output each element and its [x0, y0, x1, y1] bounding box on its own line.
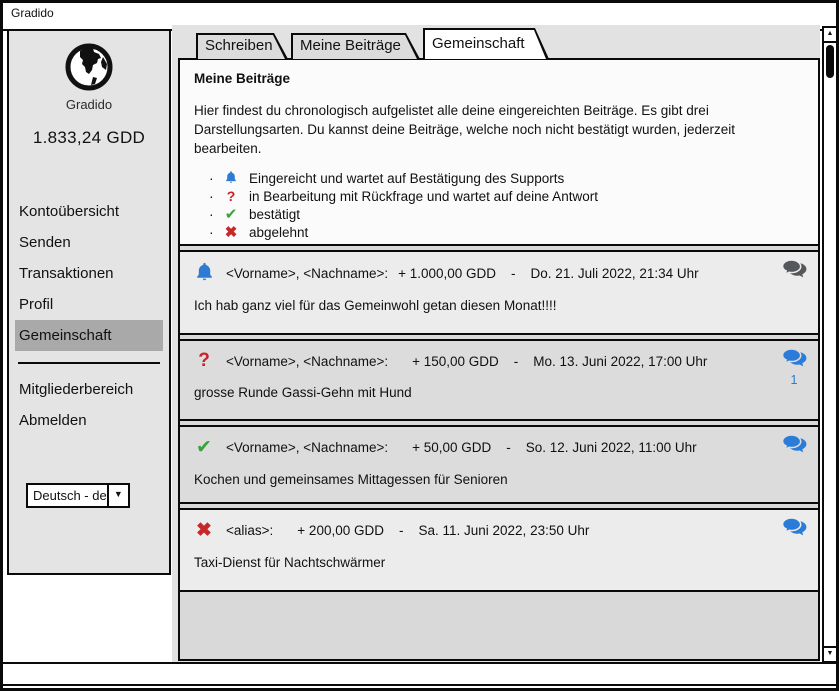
- entry-amount: + 150,00 GDD: [412, 354, 499, 369]
- chat-icon[interactable]: 1: [780, 348, 808, 387]
- balance-amount: 1.833,24 GDD: [9, 128, 169, 148]
- chevron-down-icon[interactable]: ▼: [107, 485, 128, 506]
- tab-label: Schreiben: [196, 33, 288, 54]
- language-select-value: Deutsch - de: [28, 485, 107, 506]
- entry-amount: + 50,00 GDD: [412, 440, 491, 455]
- entry-name: <Vorname>, <Nachname>:: [226, 266, 388, 281]
- comment-count: 1: [780, 373, 808, 387]
- check-icon: ✔: [222, 205, 240, 223]
- entry-header: <Vorname>, <Nachname>: + 1.000,00 GDD - …: [192, 261, 806, 285]
- bullet: ·: [209, 188, 213, 204]
- chat-icon[interactable]: [780, 517, 808, 542]
- entry-date: Mo. 13. Juni 2022, 17:00 Uhr: [533, 354, 707, 369]
- status-bar: [3, 662, 836, 686]
- legend-text: in Bearbeitung mit Rückfrage und wartet …: [249, 189, 598, 204]
- chat-icon[interactable]: [780, 434, 808, 459]
- sidebar-item-mitgliederbereich[interactable]: Mitgliederbereich: [15, 374, 163, 405]
- separator: -: [399, 523, 404, 538]
- legend-item-bestaetigt: · ✔ bestätigt: [194, 205, 804, 223]
- entry-body: Kochen und gemeinsames Mittagessen für S…: [194, 472, 806, 487]
- entry-body: grosse Runde Gassi-Gehn mit Hund: [194, 385, 806, 400]
- contribution-entry[interactable]: ✖ <alias>: + 200,00 GDD - Sa. 11. Juni 2…: [180, 508, 818, 592]
- legend-item-eingereicht: · Eingereicht und wartet auf Bestätigung…: [194, 169, 804, 187]
- tab-gemeinschaft[interactable]: Gemeinschaft: [423, 28, 549, 59]
- language-select[interactable]: Deutsch - de ▼: [26, 483, 130, 508]
- sidebar-menu: Kontoübersicht Senden Transaktionen Prof…: [9, 196, 169, 436]
- entry-name: <Vorname>, <Nachname>:: [226, 440, 388, 455]
- scrollbar[interactable]: ▲ ▼: [822, 26, 838, 663]
- legend-text: bestätigt: [249, 207, 300, 222]
- contribution-entry[interactable]: <Vorname>, <Nachname>: + 1.000,00 GDD - …: [180, 250, 818, 335]
- intro-description: Hier findest du chronologisch aufgeliste…: [194, 101, 798, 158]
- sidebar-item-gemeinschaft[interactable]: Gemeinschaft: [15, 320, 163, 351]
- window-title: Gradido: [11, 6, 54, 20]
- sidebar-item-transaktionen[interactable]: Transaktionen: [15, 258, 163, 289]
- entry-name: <alias>:: [226, 523, 273, 538]
- separator: -: [514, 354, 519, 369]
- contribution-entry[interactable]: ✔ <Vorname>, <Nachname>: + 50,00 GDD - S…: [180, 425, 818, 504]
- entry-amount: + 200,00 GDD: [297, 523, 384, 538]
- bell-icon: [222, 170, 240, 187]
- entry-name: <Vorname>, <Nachname>:: [226, 354, 388, 369]
- scrollbar-thumb[interactable]: [826, 45, 834, 78]
- sidebar-divider: [18, 362, 160, 364]
- legend-text: Eingereicht und wartet auf Bestätigung d…: [249, 171, 564, 186]
- entry-body: Taxi-Dienst für Nachtschwärmer: [194, 555, 806, 570]
- scroll-up-icon[interactable]: ▲: [824, 28, 836, 43]
- entry-body: Ich hab ganz viel für das Gemeinwohl get…: [194, 298, 806, 313]
- entry-date: Sa. 11. Juni 2022, 23:50 Uhr: [418, 523, 589, 538]
- bullet: ·: [209, 170, 213, 186]
- entry-date: Do. 21. Juli 2022, 21:34 Uhr: [531, 266, 699, 281]
- scroll-down-icon[interactable]: ▼: [824, 646, 836, 661]
- sidebar: Gradido 1.833,24 GDD Kontoübersicht Send…: [7, 29, 171, 575]
- tab-meine-beitraege[interactable]: Meine Beiträge: [291, 33, 420, 59]
- legend-text: abgelehnt: [249, 225, 308, 240]
- separator: -: [511, 266, 516, 281]
- entry-date: So. 12. Juni 2022, 11:00 Uhr: [526, 440, 697, 455]
- cross-icon: ✖: [192, 519, 216, 542]
- sidebar-item-profil[interactable]: Profil: [15, 289, 163, 320]
- bullet: ·: [209, 206, 213, 222]
- app-window: Gradido Gradido 1.833,24 GDD Kontoübersi…: [0, 0, 839, 691]
- entry-header: ✖ <alias>: + 200,00 GDD - Sa. 11. Juni 2…: [192, 519, 806, 542]
- sidebar-brand: Gradido 1.833,24 GDD: [9, 31, 169, 148]
- bell-icon: [192, 261, 216, 285]
- sidebar-item-kontouebersicht[interactable]: Kontoübersicht: [15, 196, 163, 227]
- check-icon: ✔: [192, 436, 216, 459]
- content-panel: Meine Beiträge Hier findest du chronolog…: [178, 58, 820, 661]
- tab-schreiben[interactable]: Schreiben: [196, 33, 288, 59]
- tab-label: Meine Beiträge: [291, 33, 420, 54]
- legend-item-abgelehnt: · ✖ abgelehnt: [194, 223, 804, 241]
- question-icon: ?: [222, 188, 240, 204]
- entry-header: ✔ <Vorname>, <Nachname>: + 50,00 GDD - S…: [192, 436, 806, 459]
- intro-box: Meine Beiträge Hier findest du chronolog…: [180, 60, 818, 246]
- separator: -: [506, 440, 511, 455]
- sidebar-item-abmelden[interactable]: Abmelden: [15, 405, 163, 436]
- tab-bar: Schreiben Meine Beiträge Gemeinschaft: [196, 28, 549, 59]
- cross-icon: ✖: [222, 223, 240, 241]
- globe-icon: [65, 43, 113, 91]
- entry-header: ? <Vorname>, <Nachname>: + 150,00 GDD - …: [192, 350, 806, 372]
- page-title: Meine Beiträge: [194, 71, 804, 86]
- legend-item-rueckfrage: · ? in Bearbeitung mit Rückfrage und war…: [194, 187, 804, 205]
- entry-amount: + 1.000,00 GDD: [398, 266, 496, 281]
- bullet: ·: [209, 224, 213, 240]
- brand-label: Gradido: [9, 97, 169, 112]
- contribution-entry[interactable]: ? <Vorname>, <Nachname>: + 150,00 GDD - …: [180, 339, 818, 421]
- chat-icon[interactable]: [780, 259, 808, 284]
- sidebar-item-senden[interactable]: Senden: [15, 227, 163, 258]
- question-icon: ?: [192, 350, 216, 372]
- tab-label: Gemeinschaft: [423, 28, 549, 52]
